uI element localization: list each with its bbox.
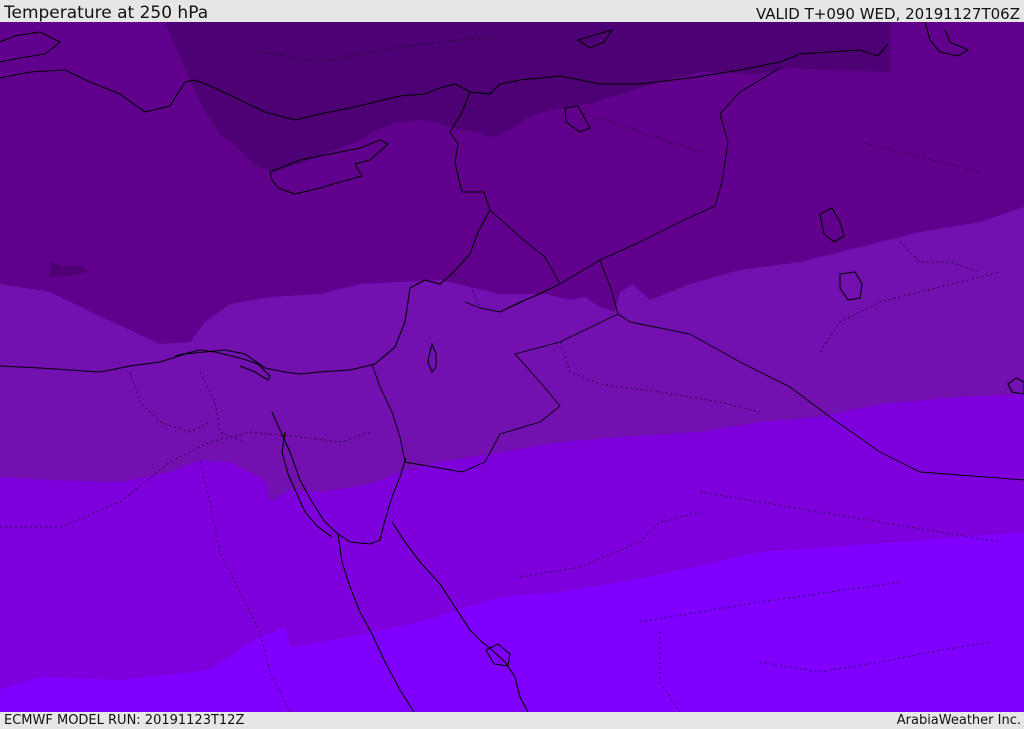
footer-bar: ECMWF MODEL RUN: 20191123T12Z ArabiaWeat… [0, 712, 1024, 729]
map-title: Temperature at 250 hPa [4, 3, 209, 23]
valid-time: VALID T+090 WED, 20191127T06Z [755, 5, 1020, 23]
temperature-field [0, 21, 1024, 713]
weather-map[interactable] [0, 21, 1024, 713]
credit-text: ArabiaWeather Inc. [896, 713, 1021, 728]
header-bar: Temperature at 250 hPa VALID T+090 WED, … [0, 0, 1024, 23]
model-run: ECMWF MODEL RUN: 20191123T12Z [4, 713, 245, 728]
